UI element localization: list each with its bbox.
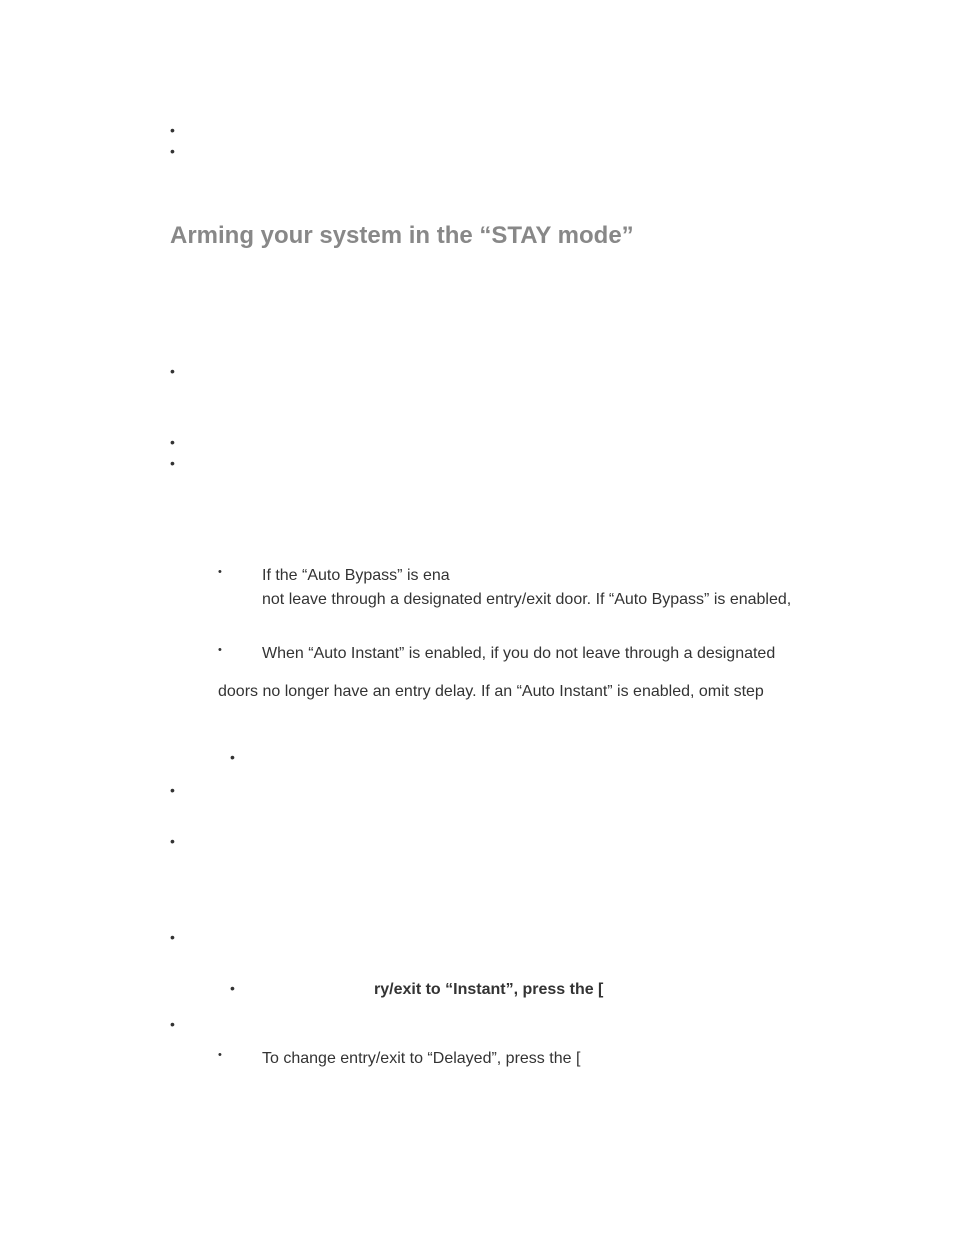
- bullet-text-line: not leave through a designated entry/exi…: [262, 591, 791, 608]
- bullet-icon: •: [170, 120, 214, 141]
- bullet-item: •: [170, 141, 864, 162]
- bullet-item: •: [170, 432, 864, 453]
- bullet-icon: •: [170, 927, 214, 948]
- bullet-item: • When “Auto Instant” is enabled, if you…: [218, 642, 864, 666]
- bullet-item: •: [170, 831, 864, 852]
- bullet-item: •: [170, 1014, 864, 1035]
- bullet-item: •: [170, 927, 864, 948]
- bullet-icon: •: [170, 453, 214, 474]
- bullet-text: If the “Auto Bypass” is ena not leave th…: [262, 564, 791, 612]
- bullet-icon: •: [170, 780, 214, 801]
- bullet-item: • To change entry/exit to “Delayed”, pre…: [218, 1047, 864, 1071]
- bullet-icon: •: [230, 747, 274, 768]
- bullet-text: When “Auto Instant” is enabled, if you d…: [262, 642, 775, 666]
- bullet-text: To change entry/exit to “Delayed”, press…: [262, 1047, 580, 1071]
- bullet-icon: •: [230, 978, 274, 999]
- bullet-icon: •: [218, 564, 262, 581]
- section-heading: Arming your system in the “STAY mode”: [170, 220, 864, 251]
- bullet-item: •: [170, 361, 864, 382]
- bullet-item: •: [230, 747, 864, 768]
- bullet-item: •: [170, 780, 864, 801]
- bullet-item: • ry/exit to “Instant”, press the [: [230, 978, 864, 1002]
- bullet-icon: •: [218, 642, 262, 659]
- bullet-item: •: [170, 453, 864, 474]
- bullet-icon: •: [170, 432, 214, 453]
- bullet-icon: •: [170, 141, 214, 162]
- bullet-icon: •: [170, 831, 214, 852]
- bullet-text-bold: ry/exit to “Instant”, press the [: [374, 978, 603, 1002]
- bullet-text-line: When “Auto Instant” is enabled, if you d…: [262, 645, 775, 662]
- continuation-text: doors no longer have an entry delay. If …: [218, 678, 864, 707]
- bullet-icon: •: [170, 1014, 214, 1035]
- bullet-item: • If the “Auto Bypass” is ena not leave …: [218, 564, 864, 612]
- bullet-icon: •: [218, 1047, 262, 1064]
- bullet-text-line: If the “Auto Bypass” is ena: [262, 567, 450, 584]
- bullet-icon: •: [170, 361, 214, 382]
- bullet-item: •: [170, 120, 864, 141]
